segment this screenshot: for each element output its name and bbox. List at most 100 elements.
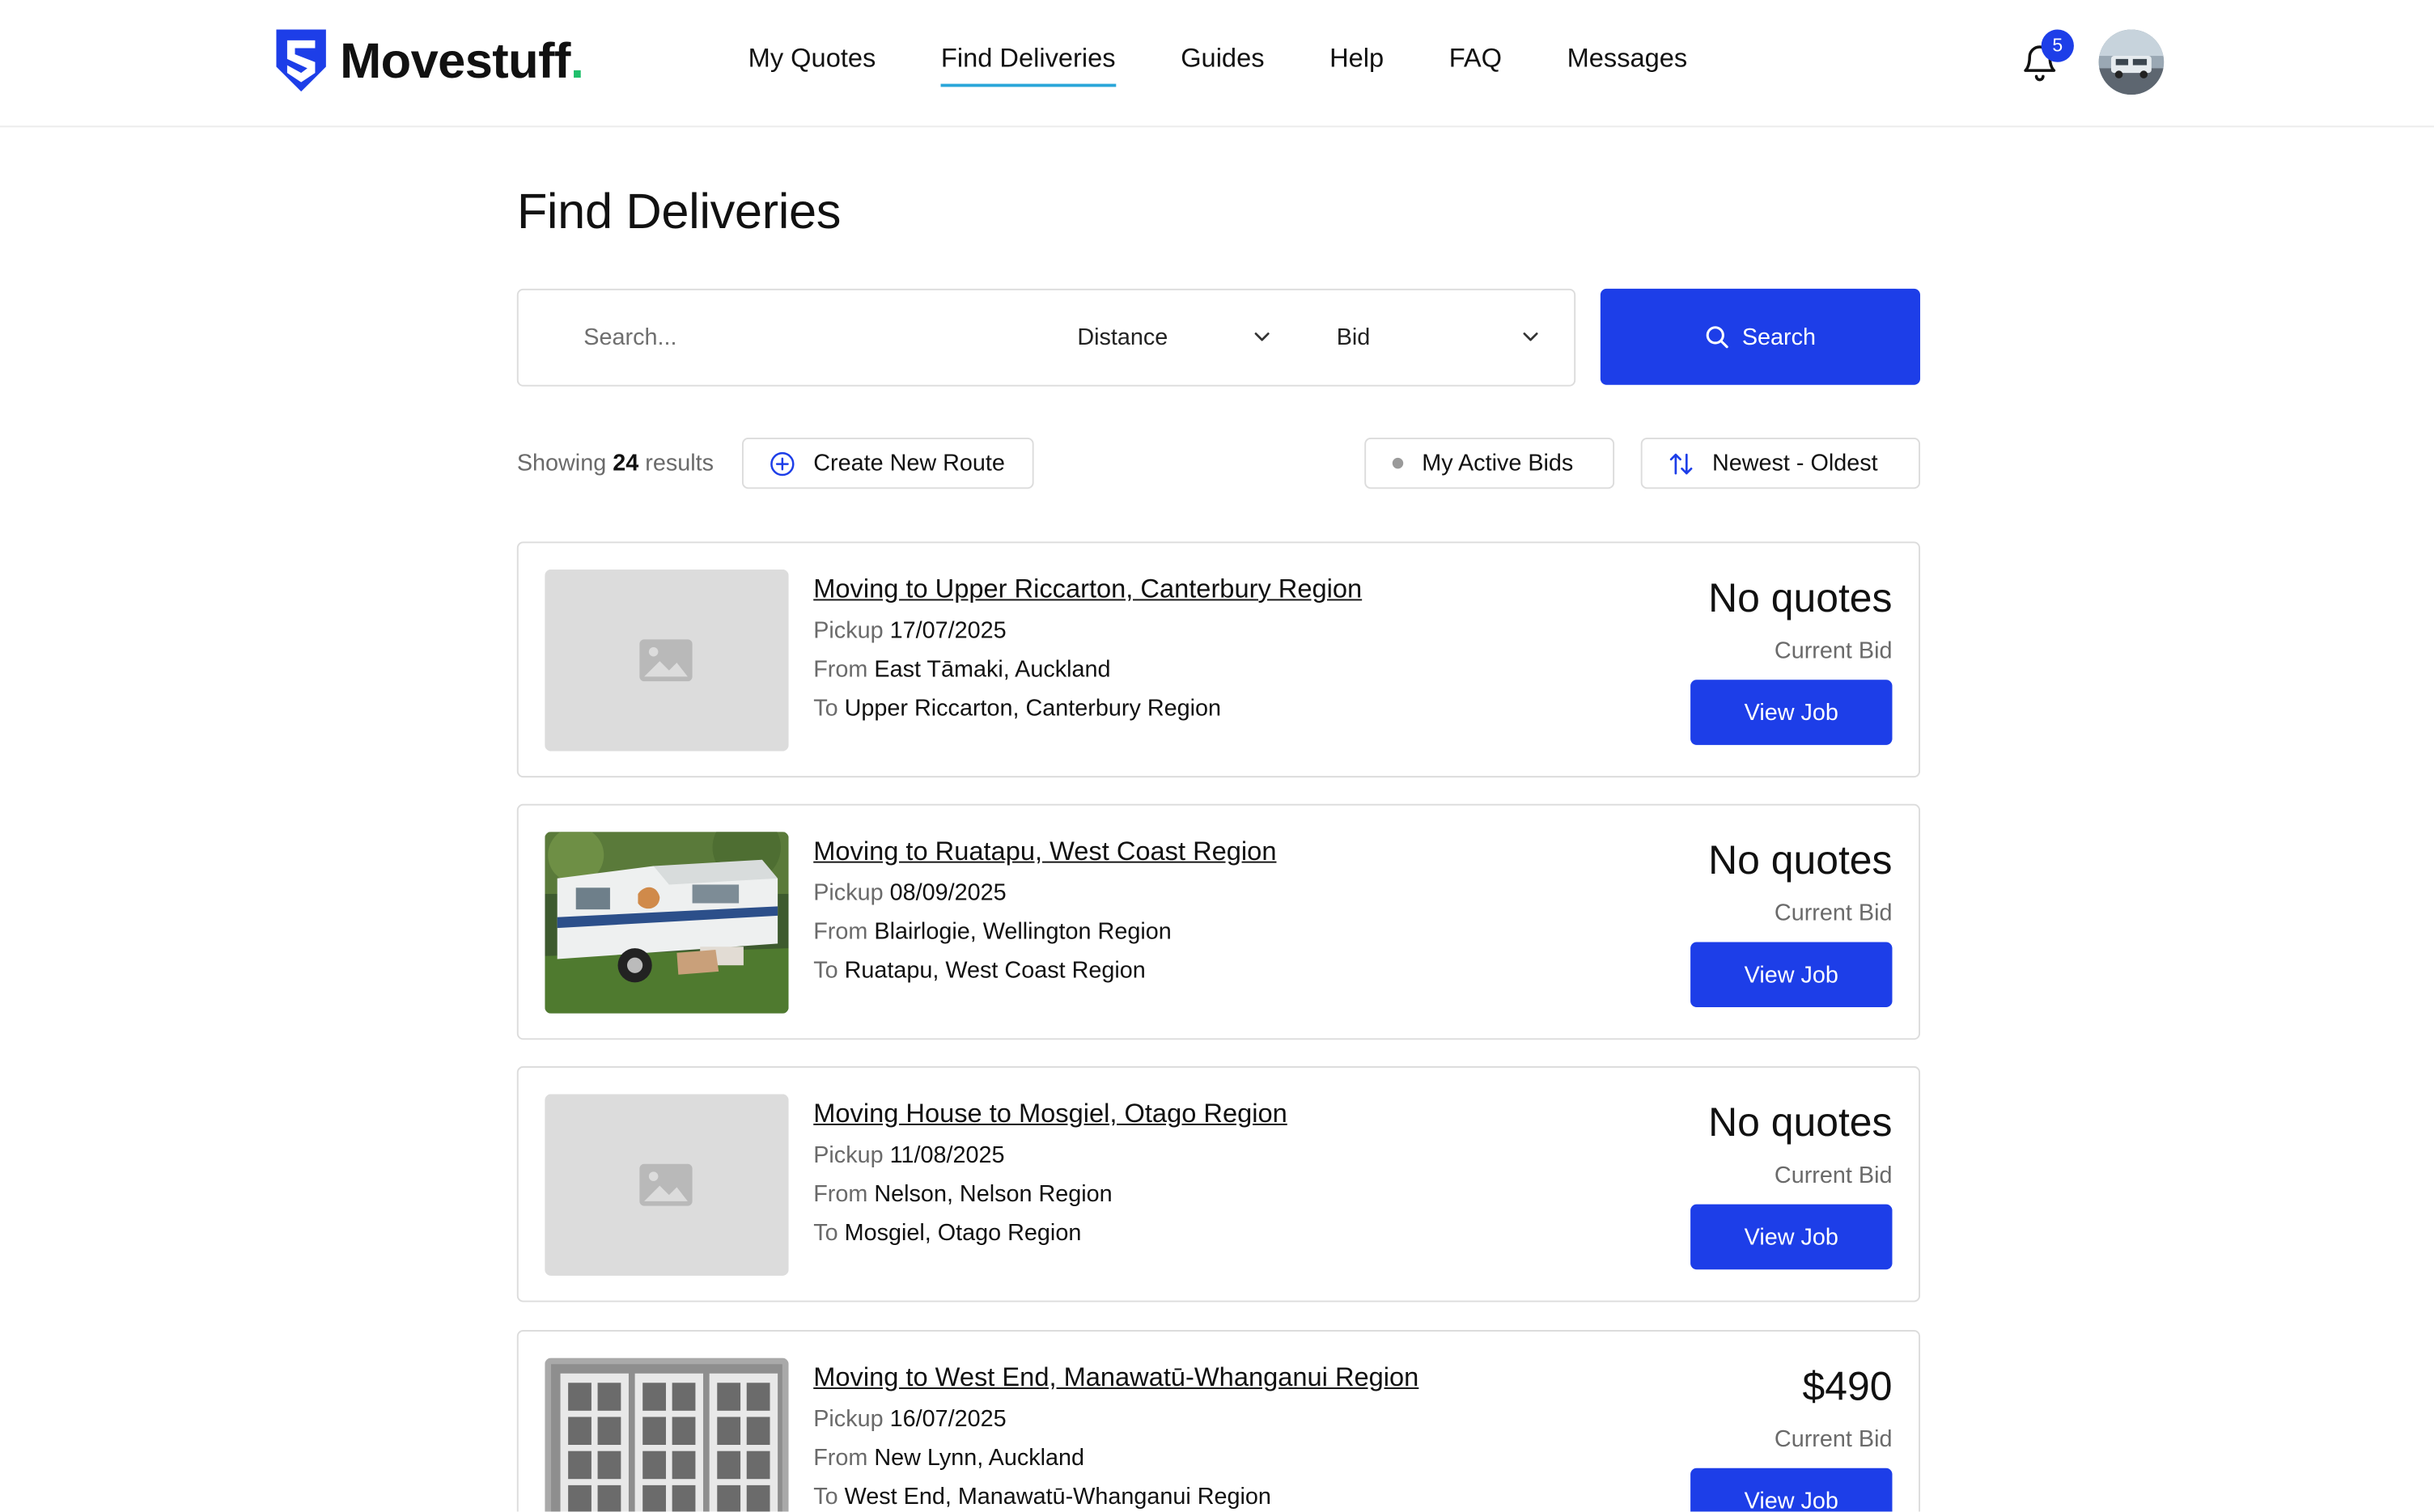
to-label: To xyxy=(813,695,838,722)
nav-messages[interactable]: Messages xyxy=(1567,40,1688,87)
job-thumbnail xyxy=(545,1357,789,1512)
job-pickup: Pickup 08/09/2025 xyxy=(813,880,1006,907)
nav-help[interactable]: Help xyxy=(1329,40,1384,87)
brand-name: Movestuff. xyxy=(340,27,584,95)
current-bid-value: No quotes xyxy=(1708,574,1893,621)
avatar-image xyxy=(2098,29,2165,95)
job-to: To Mosgiel, Otago Region xyxy=(813,1220,1081,1247)
job-card: Moving to Upper Riccarton, Canterbury Re… xyxy=(516,541,1921,778)
from-label: From xyxy=(813,656,868,684)
to-location: West End, Manawatū-Whanganui Region xyxy=(844,1483,1271,1510)
sort-button[interactable]: Newest - Oldest xyxy=(1640,437,1921,489)
doors-photo xyxy=(545,1357,789,1512)
job-title-link[interactable]: Moving House to Mosgiel, Otago Region xyxy=(813,1099,1287,1129)
nav-guides[interactable]: Guides xyxy=(1181,40,1264,87)
plus-circle-icon xyxy=(770,451,795,476)
from-label: From xyxy=(813,1180,868,1208)
search-filter-bar: Distance Bid xyxy=(516,288,1576,387)
job-card: Moving to West End, Manawatū-Whanganui R… xyxy=(516,1330,1921,1512)
job-card: Moving to Ruatapu, West Coast Region Pic… xyxy=(516,803,1921,1040)
job-thumbnail xyxy=(545,570,789,752)
my-active-bids-label: My Active Bids xyxy=(1422,450,1574,476)
my-active-bids-toggle[interactable]: My Active Bids xyxy=(1364,437,1615,489)
results-count: Showing 24 results xyxy=(517,450,714,476)
results-suffix: results xyxy=(645,450,714,476)
view-job-button[interactable]: View Job xyxy=(1690,1468,1893,1512)
current-bid-value: $490 xyxy=(1802,1362,1893,1409)
job-title-link[interactable]: Moving to Ruatapu, West Coast Region xyxy=(813,836,1276,867)
chevron-down-icon xyxy=(1254,332,1270,341)
chevron-down-icon xyxy=(1523,332,1538,341)
shield-logo-icon xyxy=(276,29,326,92)
brand-dot: . xyxy=(570,32,584,89)
placeholder-image-icon xyxy=(545,1094,789,1276)
brand-logo[interactable]: Movestuff. xyxy=(272,27,584,95)
search-input[interactable] xyxy=(558,305,1075,368)
pickup-label: Pickup xyxy=(813,1141,884,1169)
brand-name-text: Movestuff xyxy=(340,32,570,89)
job-thumbnail xyxy=(545,832,789,1014)
view-job-button[interactable]: View Job xyxy=(1690,680,1893,745)
job-from: From Nelson, Nelson Region xyxy=(813,1181,1112,1208)
create-new-route-label: Create New Route xyxy=(813,450,1005,476)
from-label: From xyxy=(813,918,868,946)
current-bid-label: Current Bid xyxy=(1774,637,1893,665)
view-job-button[interactable]: View Job xyxy=(1690,942,1893,1008)
caravan-photo xyxy=(545,832,789,1014)
job-to: To Ruatapu, West Coast Region xyxy=(813,958,1146,985)
page-title: Find Deliveries xyxy=(516,183,842,239)
search-button[interactable]: Search xyxy=(1600,288,1921,385)
search-icon xyxy=(1707,326,1729,349)
job-from: From East Tāmaki, Auckland xyxy=(813,656,1110,683)
nav-my-quotes[interactable]: My Quotes xyxy=(748,40,876,87)
from-location: Blairlogie, Wellington Region xyxy=(874,918,1172,946)
current-bid-label: Current Bid xyxy=(1774,900,1893,927)
view-job-button[interactable]: View Job xyxy=(1690,1204,1893,1270)
job-to: To West End, Manawatū-Whanganui Region xyxy=(813,1484,1271,1510)
current-bid-label: Current Bid xyxy=(1774,1162,1893,1189)
nav-faq[interactable]: FAQ xyxy=(1449,40,1502,87)
job-from: From Blairlogie, Wellington Region xyxy=(813,919,1172,946)
results-number: 24 xyxy=(613,450,639,476)
sort-arrows-icon xyxy=(1669,452,1693,474)
pickup-date: 08/09/2025 xyxy=(889,879,1007,907)
job-pickup: Pickup 11/08/2025 xyxy=(813,1142,1004,1169)
bid-select[interactable]: Bid xyxy=(1337,306,1541,368)
distance-select[interactable]: Distance xyxy=(1077,306,1273,368)
search-button-label: Search xyxy=(1741,323,1817,350)
to-location: Mosgiel, Otago Region xyxy=(844,1219,1082,1247)
job-from: From New Lynn, Auckland xyxy=(813,1445,1084,1472)
to-label: To xyxy=(813,1483,838,1510)
job-pickup: Pickup 16/07/2025 xyxy=(813,1406,1006,1433)
job-card: Moving House to Mosgiel, Otago Region Pi… xyxy=(516,1065,1921,1302)
create-new-route-button[interactable]: Create New Route xyxy=(741,437,1034,489)
notification-badge: 5 xyxy=(2041,29,2074,62)
from-location: East Tāmaki, Auckland xyxy=(874,656,1111,684)
status-dot-icon xyxy=(1392,457,1404,469)
distance-select-label: Distance xyxy=(1077,323,1168,350)
job-to: To Upper Riccarton, Canterbury Region xyxy=(813,695,1221,722)
to-label: To xyxy=(813,1219,838,1247)
job-title-link[interactable]: Moving to West End, Manawatū-Whanganui R… xyxy=(813,1362,1418,1393)
pickup-date: 16/07/2025 xyxy=(889,1406,1007,1433)
job-pickup: Pickup 17/07/2025 xyxy=(813,618,1006,645)
page-root: Movestuff. My Quotes Find Deliveries Gui… xyxy=(0,0,2434,1512)
pickup-date: 11/08/2025 xyxy=(889,1141,1005,1169)
job-title-link[interactable]: Moving to Upper Riccarton, Canterbury Re… xyxy=(813,574,1362,605)
to-location: Ruatapu, West Coast Region xyxy=(844,957,1146,985)
user-avatar[interactable] xyxy=(2098,29,2165,95)
main-nav: My Quotes Find Deliveries Guides Help FA… xyxy=(748,40,1753,87)
to-location: Upper Riccarton, Canterbury Region xyxy=(844,695,1222,722)
current-bid-value: No quotes xyxy=(1708,1099,1893,1146)
results-prefix: Showing xyxy=(516,450,607,476)
current-bid-label: Current Bid xyxy=(1774,1425,1893,1453)
pickup-label: Pickup xyxy=(813,617,884,645)
from-location: New Lynn, Auckland xyxy=(874,1444,1085,1472)
nav-find-deliveries[interactable]: Find Deliveries xyxy=(940,40,1116,87)
bid-select-label: Bid xyxy=(1336,323,1371,350)
placeholder-image-icon xyxy=(545,570,789,752)
to-label: To xyxy=(813,957,838,985)
pickup-label: Pickup xyxy=(813,1406,884,1433)
pickup-label: Pickup xyxy=(813,879,884,907)
from-label: From xyxy=(813,1444,868,1472)
